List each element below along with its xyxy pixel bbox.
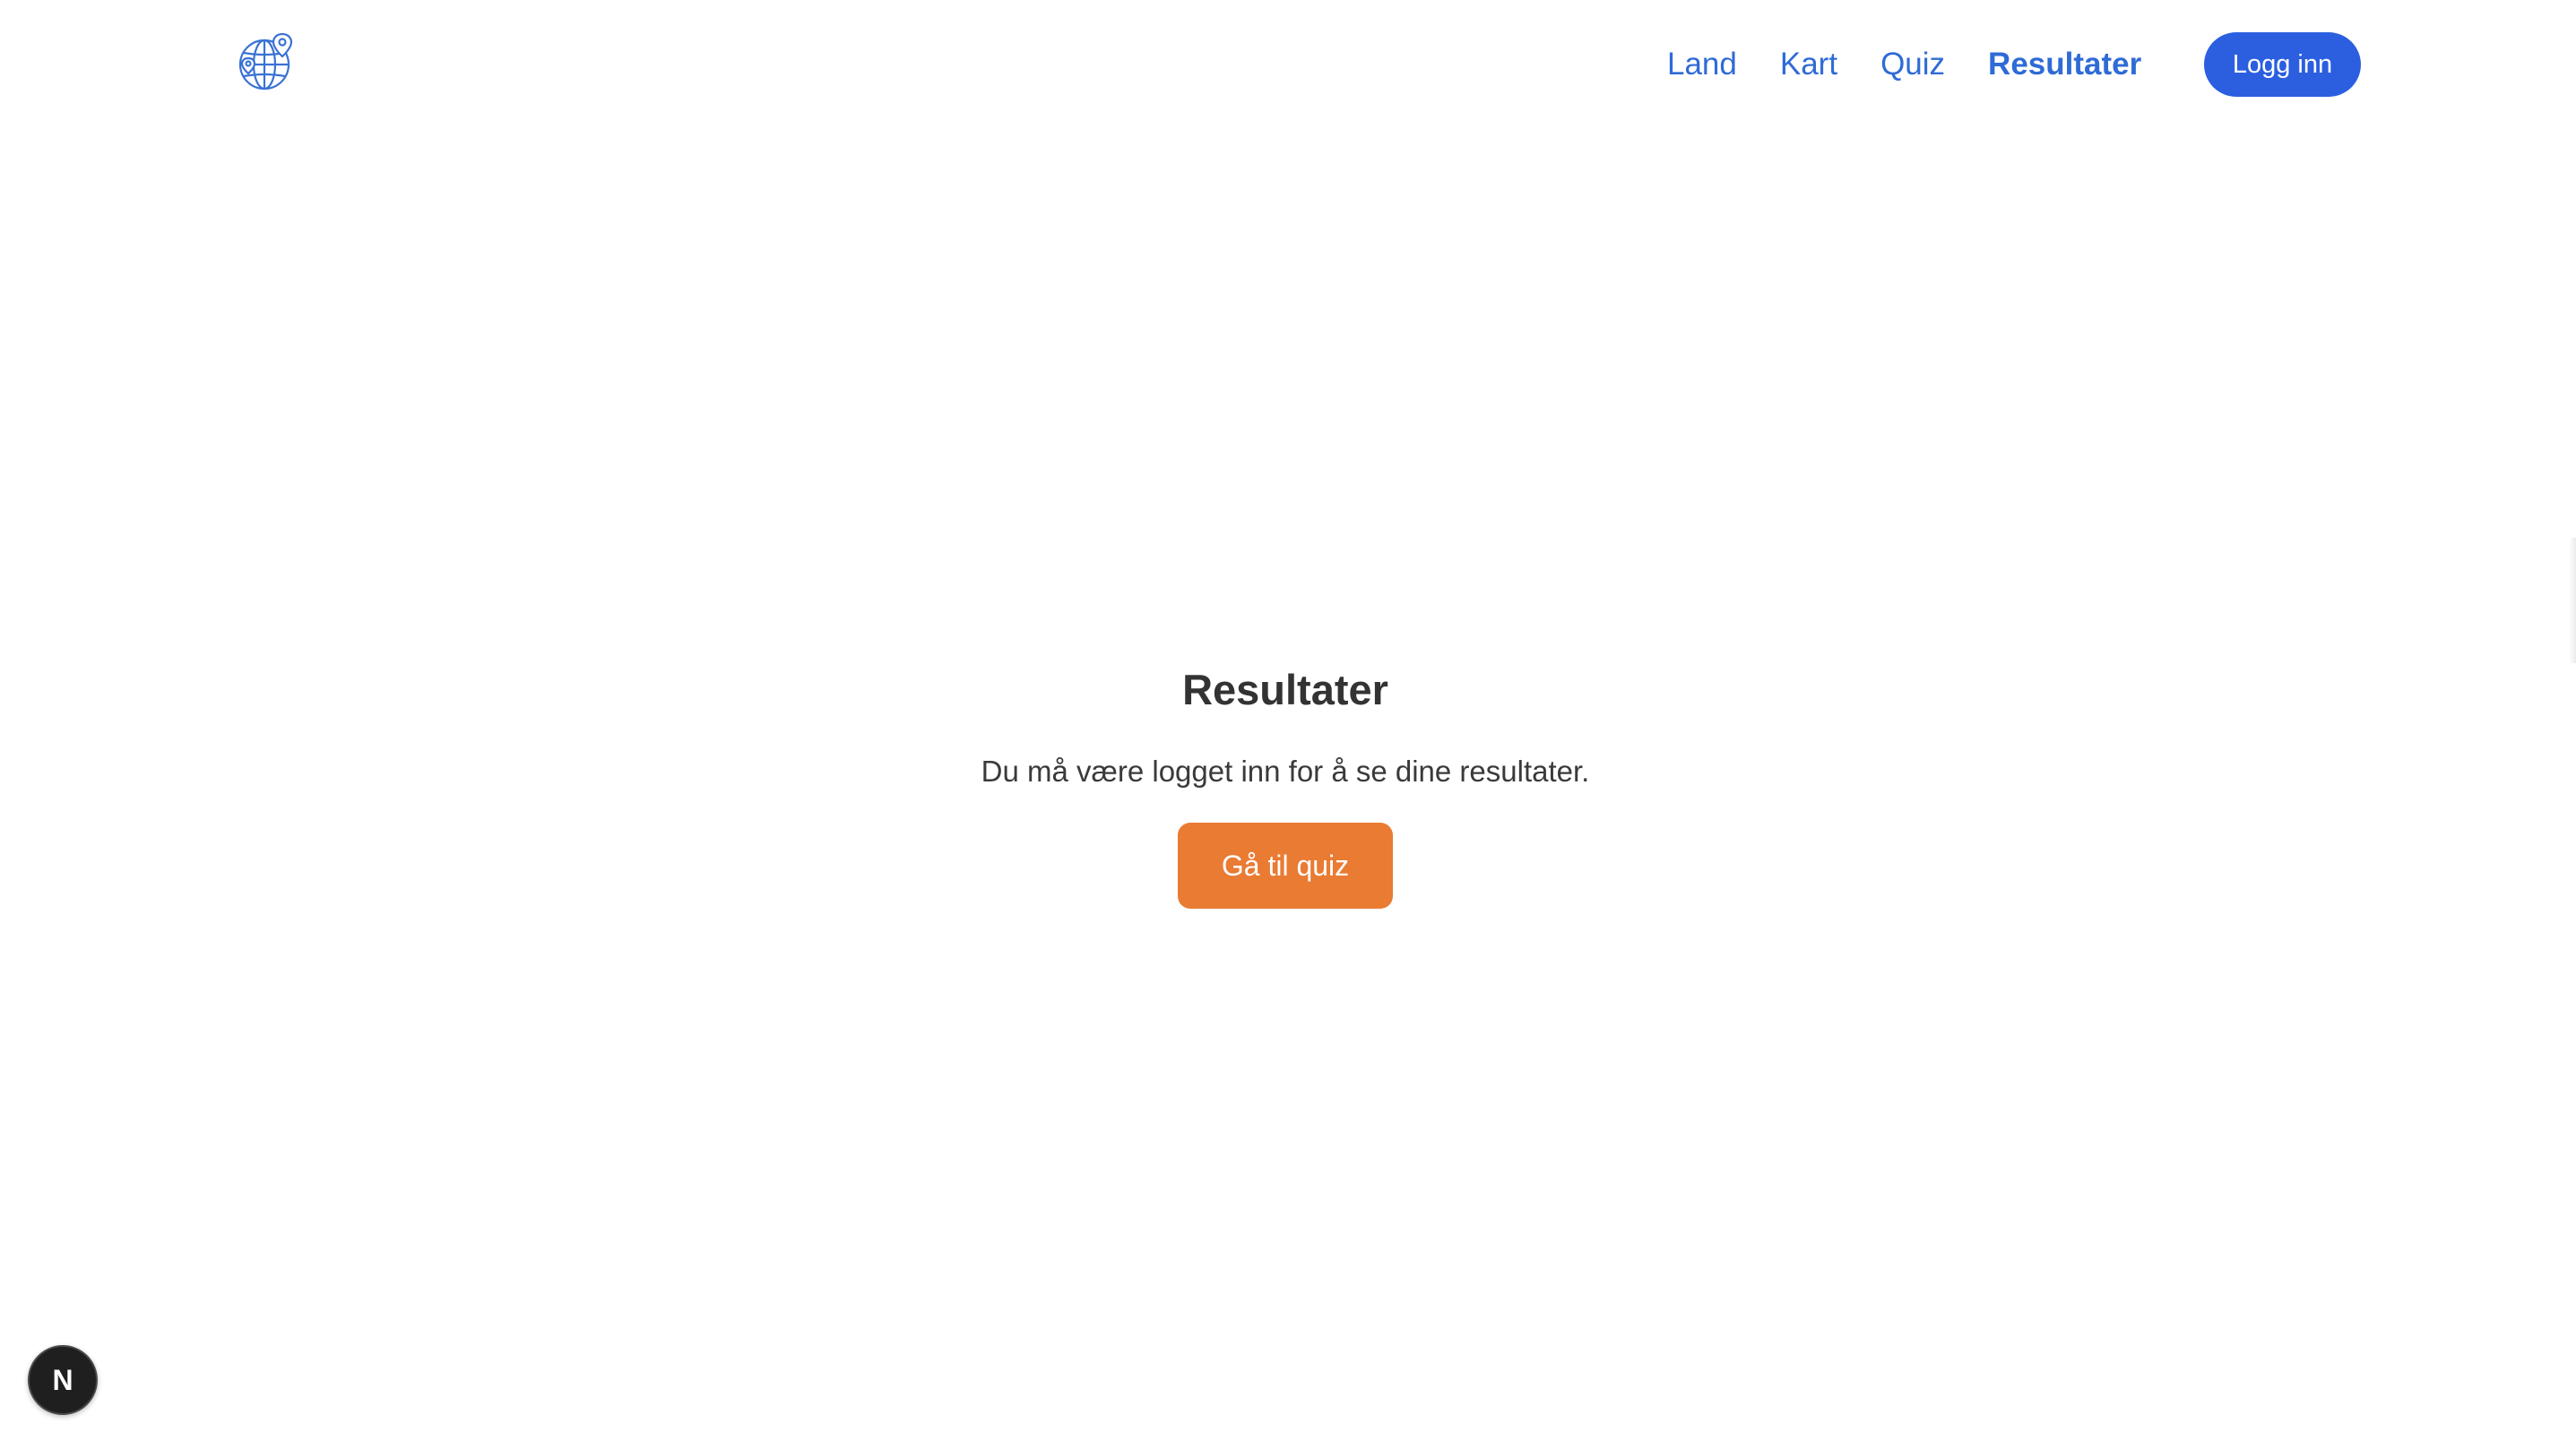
- main-content: Resultater Du må være logget inn for å s…: [0, 0, 2576, 1441]
- page: Land Kart Quiz Resultater Logg inn Resul…: [0, 0, 2576, 1441]
- globe-with-map-pins-icon[interactable]: [233, 29, 299, 95]
- login-required-message: Du må være logget inn for å se dine resu…: [981, 755, 1590, 788]
- nav-link-land[interactable]: Land: [1667, 47, 1737, 82]
- nav-link-resultater[interactable]: Resultater: [1988, 47, 2141, 82]
- page-title: Resultater: [1182, 666, 1388, 713]
- nav-link-kart[interactable]: Kart: [1780, 47, 1837, 82]
- edge-panel-handle: [2569, 538, 2576, 663]
- site-header: Land Kart Quiz Resultater Logg inn: [0, 0, 2576, 129]
- login-button[interactable]: Logg inn: [2204, 32, 2361, 97]
- main-nav: Land Kart Quiz Resultater: [1667, 32, 2184, 97]
- dev-indicator-label: N: [52, 1363, 73, 1396]
- nextjs-dev-indicator-icon[interactable]: N: [28, 1345, 98, 1415]
- nav-link-quiz[interactable]: Quiz: [1880, 47, 1945, 82]
- go-to-quiz-button[interactable]: Gå til quiz: [1178, 823, 1393, 909]
